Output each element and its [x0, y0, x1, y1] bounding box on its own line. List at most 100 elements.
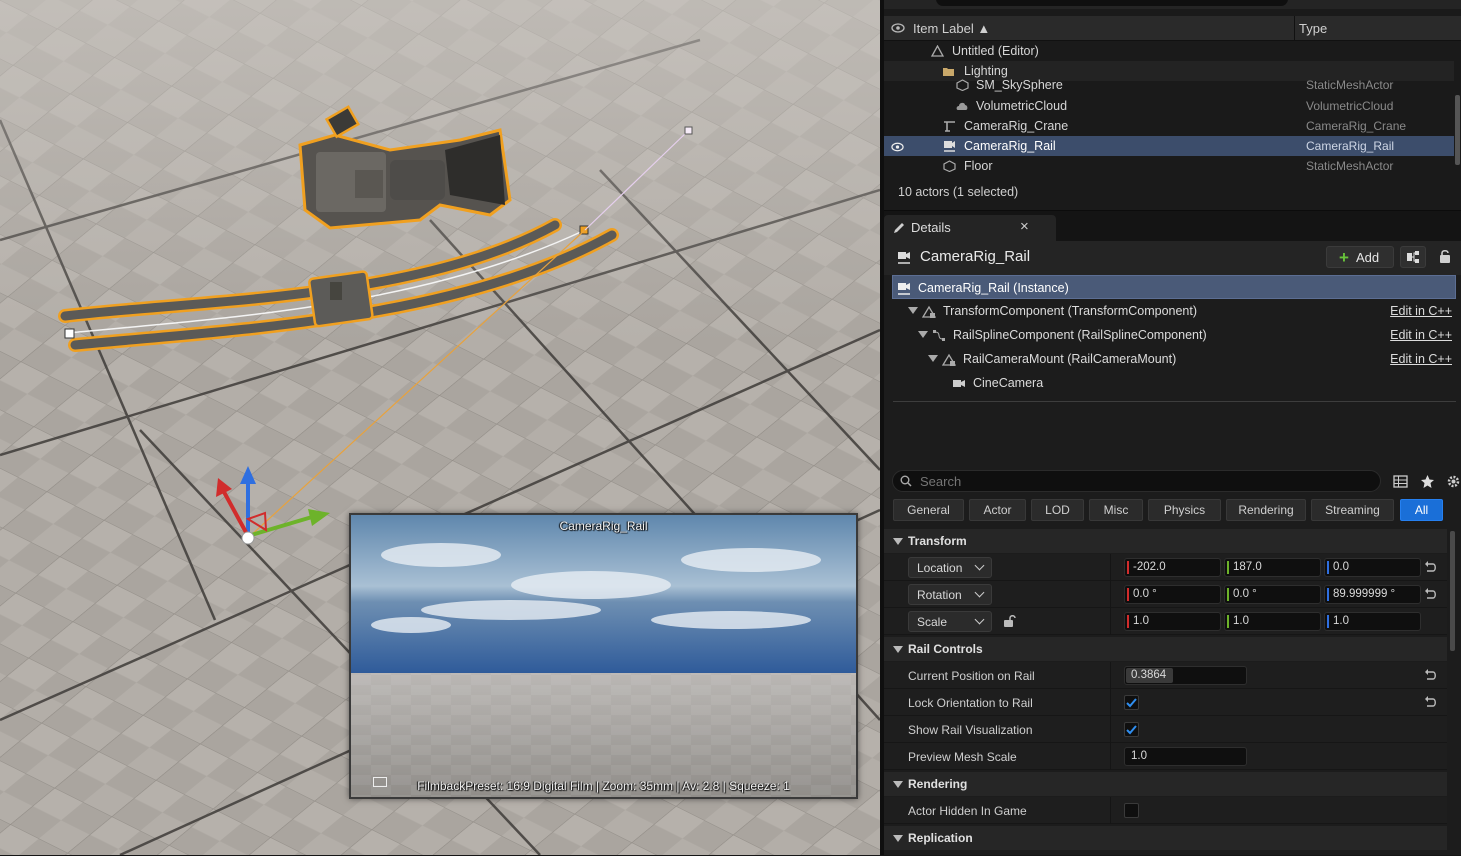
camera-preview-pip: CameraRig_Rail FilmbackPreset: 16:9 Digi…	[349, 513, 858, 799]
reset-arrow-icon[interactable]	[1424, 696, 1437, 708]
category-transform[interactable]: Transform	[884, 529, 1447, 553]
filter-actor[interactable]: Actor	[969, 499, 1026, 521]
spline-point-start[interactable]	[64, 328, 75, 339]
filter-physics[interactable]: Physics	[1148, 499, 1221, 521]
search-icon	[900, 475, 912, 487]
unlock-icon[interactable]	[1002, 614, 1016, 628]
outliner-row-untitled[interactable]: Untitled (Editor)	[884, 41, 1454, 61]
outliner-row-volumetriccloud[interactable]: VolumetricCloud VolumetricCloud	[884, 96, 1454, 116]
outliner-label: SM_SkySphere	[976, 78, 1063, 92]
column-divider[interactable]	[1110, 608, 1111, 635]
column-divider[interactable]	[1110, 716, 1111, 743]
filter-misc[interactable]: Misc	[1089, 499, 1143, 521]
outliner-type: CameraRig_Rail	[1306, 139, 1395, 153]
tab-details-label: Details	[911, 220, 951, 235]
reset-arrow-icon[interactable]	[1424, 669, 1437, 681]
checkmark-icon	[1126, 725, 1137, 735]
location-dropdown[interactable]: Location	[908, 557, 992, 578]
filter-streaming[interactable]: Streaming	[1311, 499, 1394, 521]
outliner-row-crane[interactable]: CameraRig_Crane CameraRig_Crane	[884, 116, 1454, 136]
actor-hidden-label: Actor Hidden In Game	[908, 804, 1027, 818]
category-label: Transform	[908, 534, 967, 548]
component-cinecamera[interactable]: CineCamera	[892, 371, 1456, 395]
filter-rendering[interactable]: Rendering	[1226, 499, 1306, 521]
outliner-row-skysphere[interactable]: SM_SkySphere StaticMeshActor	[884, 77, 1454, 95]
filter-lod[interactable]: LOD	[1031, 499, 1084, 521]
rotation-z-field[interactable]: 89.999999 °	[1324, 585, 1421, 604]
level-viewport[interactable]: CameraRig_Rail FilmbackPreset: 16:9 Digi…	[0, 0, 880, 855]
scale-z-field[interactable]: 1.0	[1324, 612, 1421, 631]
category-rail-controls[interactable]: Rail Controls	[884, 637, 1447, 661]
outliner-type: StaticMeshActor	[1306, 78, 1394, 92]
lock-orientation-label: Lock Orientation to Rail	[908, 696, 1033, 710]
location-z-field[interactable]: 0.0	[1324, 558, 1421, 577]
location-y-field[interactable]: 187.0	[1224, 558, 1321, 577]
reset-arrow-icon[interactable]	[1424, 561, 1437, 573]
actor-hidden-checkbox[interactable]	[1124, 803, 1139, 818]
component-instance[interactable]: CameraRig_Rail (Instance)	[892, 275, 1456, 299]
component-label: RailCameraMount (RailCameraMount)	[963, 352, 1177, 366]
edit-in-cpp-link[interactable]: Edit in C++	[1390, 352, 1452, 366]
details-search-input[interactable]	[920, 473, 1360, 489]
filter-all[interactable]: All	[1400, 499, 1443, 521]
gear-icon[interactable]	[1446, 474, 1461, 489]
location-x-field[interactable]: -202.0	[1124, 558, 1221, 577]
scale-x-field[interactable]: 1.0	[1124, 612, 1221, 631]
blueprint-button[interactable]	[1400, 246, 1426, 268]
current-position-value: 0.3864	[1131, 669, 1167, 681]
chevron-down-icon[interactable]	[918, 331, 928, 338]
rotation-dropdown[interactable]: Rotation	[908, 584, 992, 605]
column-divider[interactable]	[1110, 743, 1111, 770]
lock-orientation-checkbox[interactable]	[1124, 695, 1139, 710]
component-transform[interactable]: TransformComponent (TransformComponent) …	[892, 299, 1456, 323]
scale-dropdown[interactable]: Scale	[908, 611, 992, 632]
table-view-icon[interactable]	[1393, 474, 1408, 489]
details-scrollbar[interactable]	[1450, 531, 1455, 651]
scale-y-field[interactable]: 1.0	[1224, 612, 1321, 631]
column-divider[interactable]	[1110, 581, 1111, 608]
edit-in-cpp-link[interactable]: Edit in C++	[1390, 328, 1452, 342]
favorite-star-icon[interactable]	[1420, 474, 1435, 489]
category-rendering[interactable]: Rendering	[884, 772, 1447, 796]
show-rail-checkbox[interactable]	[1124, 722, 1139, 737]
preview-scale-label: Preview Mesh Scale	[908, 750, 1017, 764]
outliner-row-floor[interactable]: Floor StaticMeshActor	[884, 156, 1454, 176]
rotation-y-field[interactable]: 0.0 °	[1224, 585, 1321, 604]
chevron-down-icon[interactable]	[928, 355, 938, 362]
outliner-search-input[interactable]	[936, 0, 1288, 6]
column-item-label[interactable]: Item Label ▲	[913, 21, 990, 36]
column-type[interactable]: Type	[1299, 21, 1327, 36]
actor-count: 10 actors (1 selected)	[898, 185, 1019, 199]
outliner-scrollbar[interactable]	[1455, 95, 1460, 165]
visibility-eye-icon[interactable]	[891, 22, 905, 34]
edit-in-cpp-link[interactable]: Edit in C++	[1390, 304, 1452, 318]
plus-icon: +	[1339, 248, 1349, 267]
component-label: RailSplineComponent (RailSplineComponent…	[953, 328, 1207, 342]
outliner-header: Item Label ▲ Type	[884, 16, 1461, 41]
add-component-button[interactable]: + Add	[1326, 246, 1394, 268]
close-icon[interactable]: ×	[1020, 218, 1029, 235]
category-replication[interactable]: Replication	[884, 826, 1447, 850]
lock-icon[interactable]	[1437, 248, 1453, 264]
current-position-slider[interactable]: 0.3864	[1124, 666, 1247, 685]
column-divider[interactable]	[1110, 797, 1111, 824]
component-railcameramount[interactable]: RailCameraMount (RailCameraMount) Edit i…	[892, 347, 1456, 371]
outliner-row-rail[interactable]: CameraRig_Rail CameraRig_Rail	[884, 136, 1454, 156]
details-search[interactable]	[892, 470, 1381, 492]
component-railspline[interactable]: RailSplineComponent (RailSplineComponent…	[892, 323, 1456, 347]
visibility-eye-icon[interactable]	[891, 141, 904, 153]
column-divider[interactable]	[1110, 554, 1111, 581]
column-divider[interactable]	[1110, 689, 1111, 716]
chevron-down-icon[interactable]	[908, 307, 918, 314]
tab-details[interactable]: Details ×	[884, 215, 1056, 241]
reset-arrow-icon[interactable]	[1424, 588, 1437, 600]
column-divider[interactable]	[1110, 662, 1111, 689]
chevron-down-icon	[893, 835, 903, 842]
column-separator[interactable]	[1294, 16, 1295, 41]
rotation-x-field[interactable]: 0.0 °	[1124, 585, 1221, 604]
location-label: Location	[917, 561, 963, 575]
rotation-label: Rotation	[917, 588, 962, 602]
preview-scale-field[interactable]: 1.0	[1124, 747, 1247, 766]
blueprint-icon	[1407, 251, 1419, 263]
filter-general[interactable]: General	[893, 499, 964, 521]
